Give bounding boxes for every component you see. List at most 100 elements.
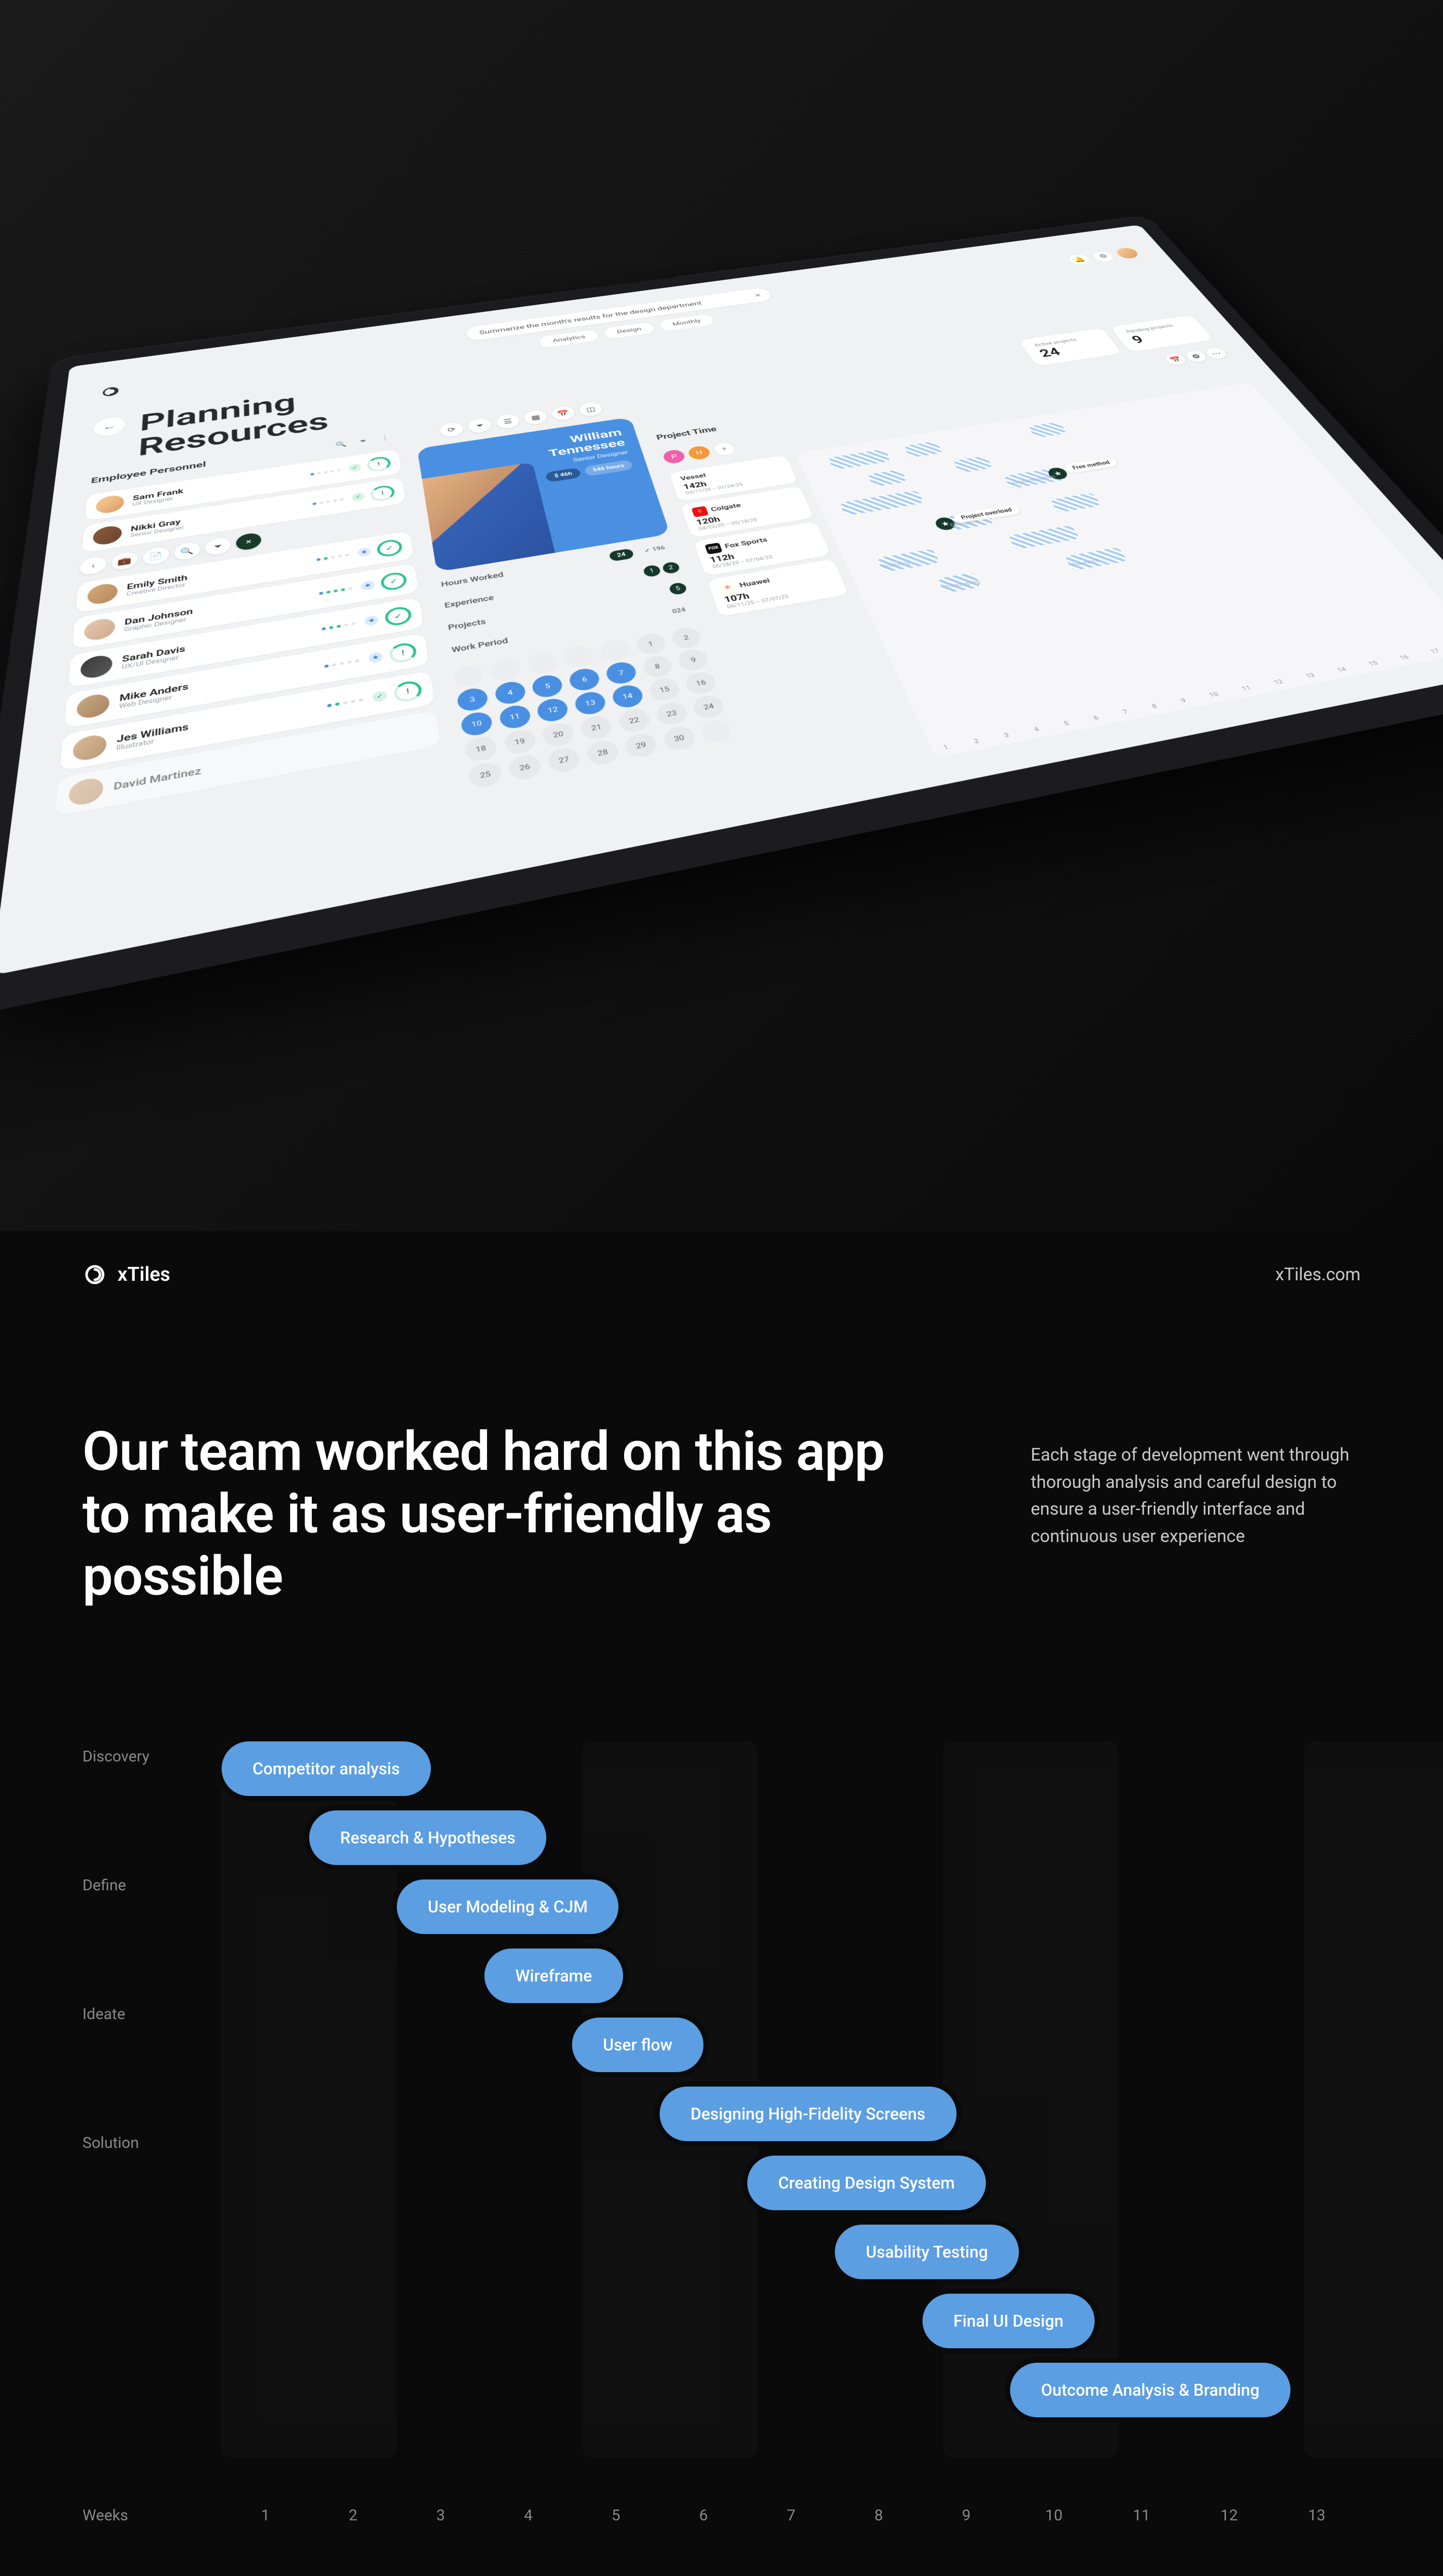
bell-icon[interactable]: 🔔 (1066, 253, 1093, 266)
calendar-day[interactable]: 13 (573, 690, 608, 717)
calendar-day[interactable]: 18 (464, 735, 498, 763)
gantt-scale-tick: 7 (1121, 708, 1129, 716)
calendar-icon[interactable]: 📅 (550, 405, 576, 421)
calendar-day[interactable] (489, 657, 522, 683)
calendar-day[interactable] (526, 650, 559, 675)
check-icon: ✓ (348, 463, 361, 472)
list-icon[interactable]: ☰ (495, 413, 521, 430)
project-time-title: Project Time (656, 425, 718, 441)
filter-icon[interactable]: ⏷ (467, 417, 493, 434)
star-icon: ★ (357, 547, 371, 557)
calendar-day[interactable]: 20 (541, 721, 576, 749)
progress-ring (384, 605, 412, 627)
close-icon[interactable]: × (753, 292, 762, 299)
calendar-day[interactable]: 5 (531, 673, 565, 699)
calendar-day[interactable]: 7 (604, 660, 639, 686)
calendar-day[interactable]: 24 (691, 693, 727, 720)
active-projects-card[interactable]: Active projects 24 (1019, 328, 1122, 366)
projects-label: Projects (447, 617, 486, 632)
grid-icon[interactable]: ▦ (523, 409, 548, 425)
calendar-day[interactable]: 15 (647, 676, 682, 703)
hours-pill: 546 hours (583, 460, 633, 477)
calendar-day[interactable]: 6 (567, 667, 601, 692)
calendar-day[interactable]: 26 (507, 753, 543, 782)
calendar-day[interactable]: 10 (460, 710, 494, 737)
refresh-icon[interactable]: ⟳ (439, 421, 464, 438)
gantt-week-tick: 6 (660, 2506, 747, 2524)
document-icon[interactable]: 📄 (143, 546, 169, 566)
calendar-day[interactable] (598, 638, 632, 663)
color-swatch-orange[interactable]: H (686, 445, 712, 461)
calendar-day[interactable]: 11 (498, 703, 532, 731)
calendar-day[interactable]: 19 (502, 727, 537, 756)
chevron-left-icon[interactable]: ‹ (79, 556, 107, 576)
gantt-week-tick: 2 (309, 2506, 397, 2524)
calendar-day[interactable] (452, 663, 485, 689)
calendar-day[interactable]: 8 (640, 654, 675, 679)
calendar-day[interactable]: 23 (654, 700, 690, 727)
gantt-week-tick: 3 (397, 2506, 484, 2524)
calendar-day[interactable]: 12 (535, 697, 570, 723)
progress-ring: ! (389, 641, 417, 665)
calendar-day[interactable]: 21 (579, 714, 614, 741)
gantt-task-pill[interactable]: Research & Hypotheses (309, 1810, 546, 1865)
calendar-day[interactable]: 30 (661, 724, 697, 752)
gantt-task-pill[interactable]: Outcome Analysis & Branding (1010, 2363, 1290, 2417)
calendar-day[interactable]: 22 (616, 707, 652, 734)
search-icon[interactable]: 🔍 (332, 438, 351, 451)
gantt-task-pill[interactable]: User Modeling & CJM (397, 1879, 618, 1934)
color-swatch-pink[interactable]: P (662, 449, 686, 464)
gantt-task-pill[interactable]: Final UI Design (922, 2294, 1095, 2348)
search-icon[interactable]: 🔍 (174, 541, 200, 562)
calendar-day[interactable] (698, 717, 735, 745)
gantt-task-pill[interactable]: Creating Design System (747, 2156, 986, 2210)
calendar-day[interactable] (562, 644, 596, 669)
gantt-stage-label: Discovery (82, 1741, 201, 1870)
calendar-day[interactable]: 25 (468, 760, 503, 790)
calendar-day[interactable]: 4 (493, 680, 527, 706)
gantt-week-tick: 10 (1010, 2506, 1098, 2524)
gantt-week-tick: 13 (1273, 2506, 1361, 2524)
add-color-button[interactable]: + (712, 441, 737, 456)
employee-column: Employee Personnel 🔍 ⏷ ⋮ Sam (43, 431, 456, 934)
gantt-scale-tick: 8 (1150, 703, 1159, 710)
filter-icon[interactable]: ⏷ (205, 536, 230, 556)
pending-projects-card[interactable]: Pending projects 9 (1111, 315, 1214, 352)
gantt-badge: Free method (1064, 457, 1119, 473)
calendar-day[interactable]: 2 (669, 625, 703, 650)
more-icon[interactable]: ⋯ (1203, 347, 1229, 360)
gantt-week-tick: 12 (1185, 2506, 1273, 2524)
calendar-icon[interactable]: 📅 (1163, 353, 1188, 366)
chip-design[interactable]: Design (602, 321, 656, 340)
gantt-scale-tick: 16 (1398, 654, 1411, 662)
exp-badge: 1 (642, 564, 661, 578)
calendar-day[interactable]: 1 (634, 632, 668, 656)
gantt-task-pill[interactable]: Designing High-Fidelity Screens (660, 2087, 957, 2141)
calendar-day[interactable]: 16 (683, 670, 719, 696)
gantt-task-pill[interactable]: Competitor analysis (222, 1741, 431, 1796)
gantt-scale-tick: 9 (1180, 697, 1188, 704)
calendar-day[interactable]: 3 (456, 686, 490, 713)
calendar-day[interactable]: 14 (610, 683, 645, 709)
brand-logo-icon (82, 1262, 107, 1287)
gantt-task-pill[interactable]: Wireframe (484, 1948, 623, 2003)
process-section: Our team worked hard on this app to make… (0, 1318, 1443, 2576)
back-button[interactable]: ← (93, 416, 125, 437)
more-icon[interactable]: ⋮ (376, 431, 395, 444)
briefcase-icon[interactable]: 💼 (111, 551, 138, 571)
dashboard-icon[interactable]: ◫ (578, 401, 603, 417)
chip-monthly[interactable]: Monthly (658, 313, 715, 332)
close-icon[interactable]: × (236, 532, 261, 551)
calendar-day[interactable]: 29 (623, 732, 659, 760)
user-avatar[interactable] (1114, 247, 1141, 259)
calendar-day[interactable]: 9 (676, 648, 711, 673)
filter-icon[interactable]: ⏷ (354, 434, 373, 447)
gantt-task-pill[interactable]: User flow (572, 2018, 703, 2072)
calendar-day[interactable]: 27 (546, 745, 582, 774)
gear-icon[interactable]: ⚙ (1090, 250, 1117, 263)
chip-analytics[interactable]: Analytics (538, 329, 600, 349)
gear-icon[interactable]: ⚙ (1183, 350, 1209, 363)
proj-name: Huawei (739, 577, 771, 589)
calendar-day[interactable]: 28 (585, 738, 621, 767)
gantt-task-pill[interactable]: Usability Testing (835, 2225, 1019, 2279)
